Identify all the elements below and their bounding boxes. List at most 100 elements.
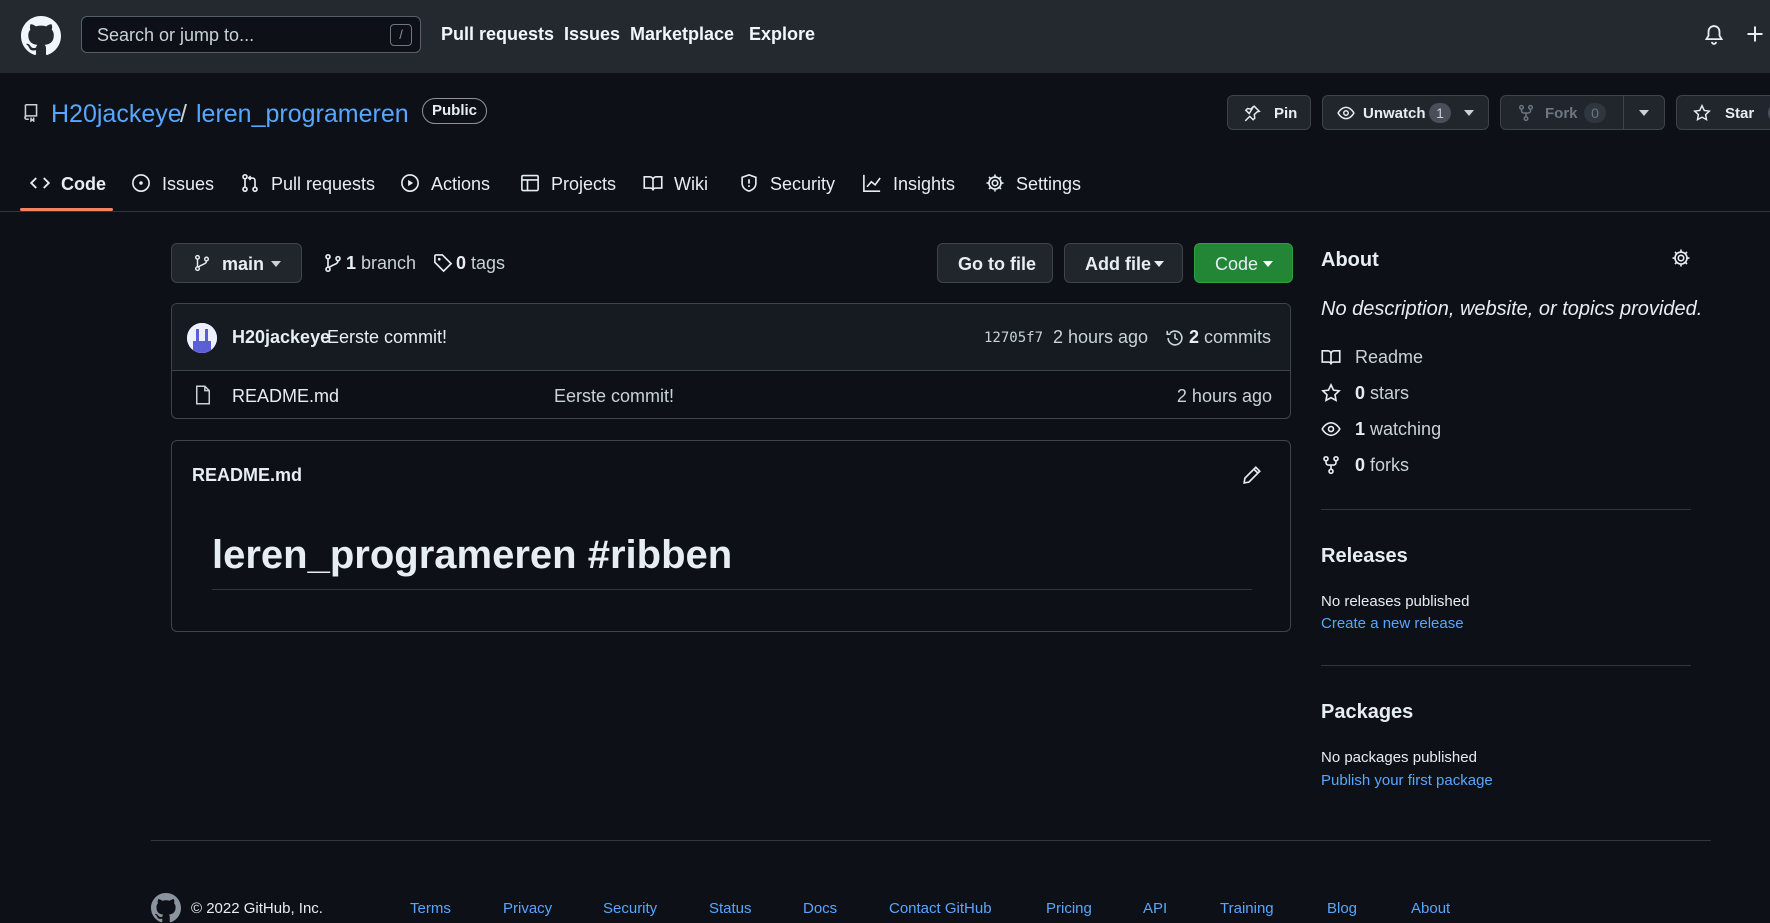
footer-copyright: © 2022 GitHub, Inc. xyxy=(191,900,323,917)
about-title: About xyxy=(1321,249,1379,271)
go-to-file-label: Go to file xyxy=(958,254,1036,274)
nav-issues[interactable]: Issues xyxy=(564,24,620,45)
nav-explore[interactable]: Explore xyxy=(749,24,815,45)
branches-label: branch xyxy=(361,253,417,273)
code-icon xyxy=(30,173,50,193)
code-button[interactable]: Code xyxy=(1194,243,1293,283)
tab-label: Code xyxy=(61,174,106,194)
history-icon xyxy=(1165,328,1185,348)
chevron-down-icon xyxy=(1639,110,1649,116)
unwatch-button[interactable]: Unwatch 1 xyxy=(1322,95,1489,130)
fork-icon xyxy=(1321,455,1341,475)
commit-author[interactable]: H20jackeye xyxy=(232,327,330,348)
repo-owner-link[interactable]: H20jackeye xyxy=(51,100,182,129)
github-logo-icon[interactable] xyxy=(151,893,181,923)
footer-link-security[interactable]: Security xyxy=(603,900,657,917)
branch-selector[interactable]: main xyxy=(171,243,302,283)
releases-empty-text: No releases published xyxy=(1321,593,1470,610)
readme-heading-rule xyxy=(212,589,1252,590)
fork-dropdown-button[interactable] xyxy=(1623,95,1665,130)
github-logo-icon[interactable] xyxy=(21,16,61,56)
star-icon xyxy=(1693,104,1711,122)
gear-icon[interactable] xyxy=(1671,248,1691,268)
fork-count: 0 xyxy=(1584,103,1606,123)
stars-label: stars xyxy=(1370,383,1410,403)
repo-name-link[interactable]: leren_programeren xyxy=(196,100,409,129)
publish-package-link[interactable]: Publish your first package xyxy=(1321,772,1493,789)
fork-button[interactable]: Fork 0 xyxy=(1500,95,1624,130)
forks-label: forks xyxy=(1370,455,1410,475)
pull-request-icon xyxy=(240,173,260,193)
tab-label: Security xyxy=(770,174,836,194)
nav-marketplace[interactable]: Marketplace xyxy=(630,24,734,45)
go-to-file-button[interactable]: Go to file xyxy=(937,243,1053,283)
tab-label: Pull requests xyxy=(271,174,376,194)
issue-icon xyxy=(131,173,151,193)
star-button[interactable]: Star 0 xyxy=(1676,95,1770,130)
file-row: README.md Eerste commit! 2 hours ago xyxy=(172,371,1290,418)
branches-count: 1 xyxy=(346,253,357,273)
pin-button[interactable]: Pin xyxy=(1227,95,1311,130)
releases-title[interactable]: Releases xyxy=(1321,545,1408,568)
play-icon xyxy=(400,173,420,193)
forks-count: 0 xyxy=(1355,455,1366,475)
footer-link-status[interactable]: Status xyxy=(709,900,752,917)
book-icon xyxy=(1321,347,1341,367)
tab-label: Issues xyxy=(162,174,215,194)
file-name[interactable]: README.md xyxy=(232,386,339,407)
footer-link-contact[interactable]: Contact GitHub xyxy=(889,900,992,917)
pin-icon xyxy=(1243,104,1261,122)
tab-label: Projects xyxy=(551,174,617,194)
footer-link-pricing[interactable]: Pricing xyxy=(1046,900,1092,917)
chevron-down-icon xyxy=(1154,261,1164,267)
file-commit-message[interactable]: Eerste commit! xyxy=(554,386,674,407)
packages-title[interactable]: Packages xyxy=(1321,701,1413,724)
footer-link-terms[interactable]: Terms xyxy=(410,900,451,917)
packages-empty-text: No packages published xyxy=(1321,749,1477,766)
watch-count: 1 xyxy=(1429,103,1451,123)
footer-divider xyxy=(151,840,1711,841)
commits-link[interactable]: 2 commits xyxy=(1189,327,1271,348)
add-file-button[interactable]: Add file xyxy=(1064,243,1183,283)
stars-count: 0 xyxy=(1355,383,1366,403)
eye-icon xyxy=(1337,104,1355,122)
bell-icon[interactable] xyxy=(1703,24,1725,46)
readme-panel: README.md leren_programeren #ribben xyxy=(171,440,1291,632)
file-icon xyxy=(194,385,212,405)
readme-link-label: Readme xyxy=(1355,347,1424,367)
fork-icon xyxy=(1517,104,1535,122)
create-release-link[interactable]: Create a new release xyxy=(1321,615,1464,632)
footer-link-privacy[interactable]: Privacy xyxy=(503,900,552,917)
search-input[interactable]: Search or jump to... / xyxy=(81,16,421,53)
chevron-down-icon xyxy=(271,261,281,267)
fork-label: Fork xyxy=(1545,105,1578,122)
nav-pull-requests[interactable]: Pull requests xyxy=(441,24,554,45)
footer-link-about[interactable]: About xyxy=(1411,900,1450,917)
star-icon xyxy=(1321,383,1341,403)
footer-link-blog[interactable]: Blog xyxy=(1327,900,1357,917)
file-browser: H20jackeye Eerste commit! 12705f7 2 hour… xyxy=(171,303,1291,419)
readme-title: README.md xyxy=(192,465,303,485)
branch-name: main xyxy=(222,254,265,274)
commits-count: 2 xyxy=(1189,327,1200,347)
branch-icon xyxy=(193,254,211,272)
repo-icon xyxy=(22,102,40,122)
star-label: Star xyxy=(1725,105,1755,122)
pencil-icon[interactable] xyxy=(1242,465,1262,485)
footer-link-api[interactable]: API xyxy=(1143,900,1167,917)
visibility-badge: Public xyxy=(422,98,488,124)
avatar[interactable] xyxy=(187,323,217,353)
footer-link-training[interactable]: Training xyxy=(1220,900,1274,917)
commits-label: commits xyxy=(1204,327,1272,347)
latest-commit-row: H20jackeye Eerste commit! 12705f7 2 hour… xyxy=(172,304,1290,371)
commit-sha[interactable]: 12705f7 xyxy=(984,330,1043,346)
footer-link-docs[interactable]: Docs xyxy=(803,900,837,917)
plus-icon[interactable] xyxy=(1745,24,1765,44)
chevron-down-icon xyxy=(1263,261,1273,267)
sidebar-divider xyxy=(1321,509,1691,510)
global-header: Search or jump to... / Pull requests Iss… xyxy=(0,0,1770,73)
sidebar-divider xyxy=(1321,665,1691,666)
commit-message[interactable]: Eerste commit! xyxy=(327,327,447,348)
gear-icon xyxy=(985,173,1005,193)
search-shortcut-key: / xyxy=(390,24,412,46)
